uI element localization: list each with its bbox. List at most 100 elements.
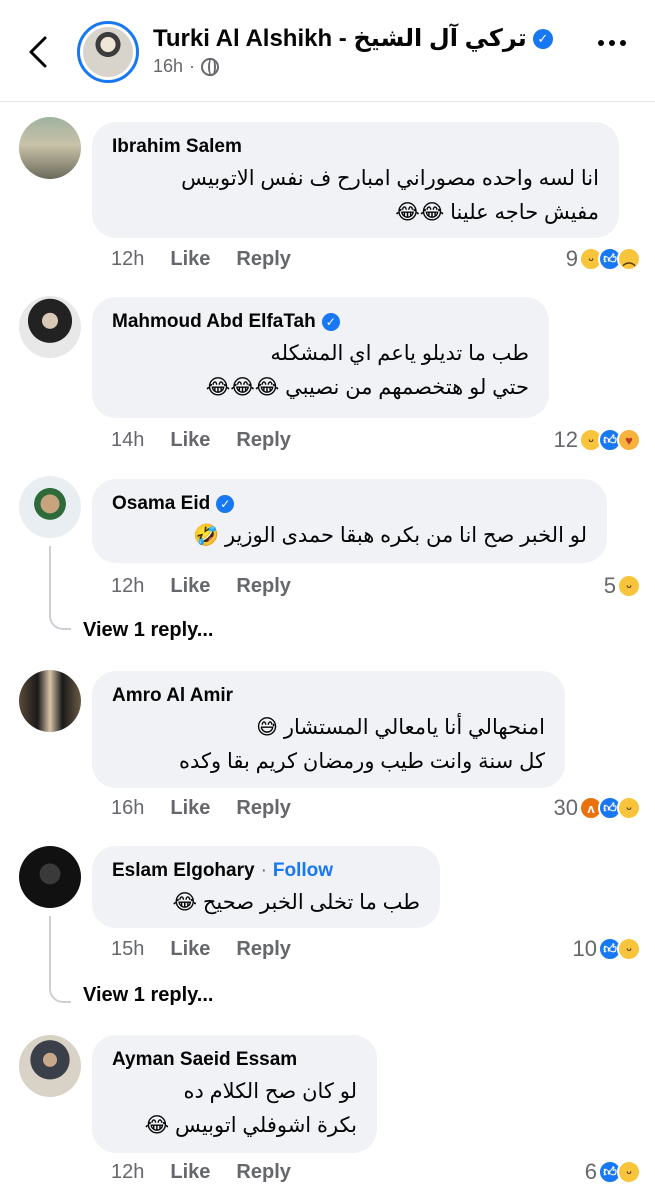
thread-connector <box>49 608 71 630</box>
comment-line: كل سنة وانت طيب ورمضان كريم بقا وكده <box>178 750 545 773</box>
reaction-count: 10 <box>572 936 597 961</box>
sad-reaction-icon: ︵ <box>617 247 641 271</box>
comment-author[interactable]: Eslam Elgohary · Follow <box>112 860 420 882</box>
verified-badge-icon: ✓ <box>321 313 340 331</box>
thread-line <box>49 546 51 610</box>
comment-bubble: Amro Al Amir امنحهالي أنا يامعالي المستش… <box>92 671 565 788</box>
comment-text: طب ما تديلو ياعم اي المشكله حتي لو هتخصم… <box>112 337 529 405</box>
comment-text: انا لسه واحده مصوراني امبارح ف نفس الاتو… <box>112 162 599 230</box>
page-avatar[interactable] <box>77 21 139 83</box>
avatar[interactable] <box>19 846 81 908</box>
reply-button[interactable]: Reply <box>236 429 290 452</box>
haha-reaction-icon: ᵕ <box>617 574 641 598</box>
view-replies-link[interactable]: View 1 reply... <box>83 984 213 1007</box>
reaction-summary[interactable]: 6 👍︎ ᵕ <box>585 1159 641 1185</box>
follow-separator: · <box>260 860 267 881</box>
comment-line: حتي لو هتخصمهم من نصيبي 😂😂😂 <box>205 376 529 399</box>
avatar[interactable] <box>19 670 81 732</box>
comment-author[interactable]: Osama Eid ✓ <box>112 493 587 515</box>
comment-bubble: Ibrahim Salem انا لسه واحده مصوراني امبا… <box>92 122 619 238</box>
like-button[interactable]: Like <box>170 797 210 820</box>
avatar[interactable] <box>19 476 81 538</box>
like-button[interactable]: Like <box>170 575 210 598</box>
chevron-left-icon <box>29 36 47 68</box>
author-name: Eslam Elgohary <box>112 860 255 881</box>
comment-actions: 12h Like Reply <box>111 575 291 598</box>
reaction-summary[interactable]: 9 ᵕ 👍︎ ︵ <box>566 246 641 272</box>
comment-actions: 16h Like Reply <box>111 797 291 820</box>
reply-button[interactable]: Reply <box>236 575 290 598</box>
author-name: Amro Al Amir <box>112 685 234 706</box>
thread-connector <box>49 981 71 1003</box>
comment-author[interactable]: Ibrahim Salem <box>112 136 599 158</box>
reaction-count: 30 <box>553 795 578 820</box>
reply-button[interactable]: Reply <box>236 248 290 271</box>
globe-icon <box>201 57 220 76</box>
comment-time: 12h <box>111 248 145 270</box>
comment-line: امنحهالي أنا يامعالي المستشار 😅 <box>256 716 545 739</box>
verified-badge-icon: ✓ <box>532 28 553 49</box>
post-header: Turki Al Alshikh - تركي آل الشيخ ✓ 16h · <box>0 0 655 102</box>
view-replies-link[interactable]: View 1 reply... <box>83 619 213 642</box>
comment-line: مفيش حاجه علينا 😂😂 <box>395 201 599 224</box>
like-button[interactable]: Like <box>170 1161 210 1184</box>
comment-bubble: Osama Eid ✓ لو الخبر صح انا من بكره هبقا… <box>92 479 607 563</box>
comment-line: طب ما تديلو ياعم اي المشكله <box>270 342 529 365</box>
like-button[interactable]: Like <box>170 248 210 271</box>
thread-line <box>49 916 51 982</box>
comment-actions: 14h Like Reply <box>111 429 291 452</box>
haha-reaction-icon: ᵕ <box>617 937 641 961</box>
reaction-count: 6 <box>584 1159 597 1184</box>
reaction-summary[interactable]: 12 ᵕ 👍︎ ♥ <box>554 427 641 453</box>
comment-text: لو كان صح الكلام ده بكرة اشوفلي اتوبيس 😂 <box>112 1075 357 1143</box>
comment-bubble: Ayman Saeid Essam لو كان صح الكلام ده بك… <box>92 1035 377 1153</box>
comment-line: طب ما تخلى الخبر صحيح 😂 <box>172 891 420 914</box>
verified-badge-icon: ✓ <box>216 495 235 513</box>
comment-text: طب ما تخلى الخبر صحيح 😂 <box>112 886 420 920</box>
comment-actions: 12h Like Reply <box>111 248 291 271</box>
comment-time: 15h <box>111 938 145 960</box>
comment-bubble: Mahmoud Abd ElfaTah ✓ طب ما تديلو ياعم ا… <box>92 297 549 418</box>
page-name-text: Turki Al Alshikh - تركي آل الشيخ <box>153 25 527 52</box>
care-reaction-icon: ♥ <box>617 428 641 452</box>
comment-time: 12h <box>111 1161 145 1183</box>
comment-bubble: Eslam Elgohary · Follow طب ما تخلى الخبر… <box>92 846 440 928</box>
author-name: Osama Eid <box>112 493 211 514</box>
reply-button[interactable]: Reply <box>236 797 290 820</box>
comment-time: 16h <box>111 797 145 819</box>
comment-line: بكرة اشوفلي اتوبيس 😂 <box>144 1114 357 1137</box>
reaction-summary[interactable]: 5 ᵕ <box>604 573 641 599</box>
comment-time: 14h <box>111 429 145 451</box>
comment-author[interactable]: Mahmoud Abd ElfaTah ✓ <box>112 311 529 333</box>
reaction-summary[interactable]: 30 ʌ 👍︎ ᵕ <box>554 795 641 821</box>
reaction-count: 9 <box>565 246 578 271</box>
reaction-count: 12 <box>553 427 578 452</box>
back-button[interactable] <box>18 30 58 74</box>
avatar[interactable] <box>19 296 81 358</box>
comment-time: 12h <box>111 575 145 597</box>
post-time: 16h <box>153 56 184 76</box>
comment-text: لو الخبر صح انا من بكره هبقا حمدى الوزير… <box>112 519 587 553</box>
avatar[interactable] <box>19 1035 81 1097</box>
haha-reaction-icon: ᵕ <box>617 1160 641 1184</box>
like-button[interactable]: Like <box>170 938 210 961</box>
follow-button[interactable]: Follow <box>273 860 333 882</box>
comment-line: انا لسه واحده مصوراني امبارح ف نفس الاتو… <box>181 167 599 190</box>
more-dots-icon[interactable] <box>598 40 626 46</box>
author-name: Mahmoud Abd ElfaTah <box>112 311 316 332</box>
comment-line: لو الخبر صح انا من بكره هبقا حمدى الوزير… <box>192 524 587 547</box>
comment-author[interactable]: Ayman Saeid Essam <box>112 1049 357 1071</box>
reaction-summary[interactable]: 10 👍︎ ᵕ <box>573 936 641 962</box>
reaction-count: 5 <box>603 573 616 598</box>
comment-line: لو كان صح الكلام ده <box>183 1080 357 1103</box>
like-button[interactable]: Like <box>170 429 210 452</box>
avatar[interactable] <box>19 117 81 179</box>
comment-author[interactable]: Amro Al Amir <box>112 685 545 707</box>
meta-separator: · <box>189 56 196 76</box>
author-name: Ibrahim Salem <box>112 136 242 157</box>
comment-actions: 15h Like Reply <box>111 938 291 961</box>
page-name[interactable]: Turki Al Alshikh - تركي آل الشيخ ✓ <box>153 24 553 53</box>
reply-button[interactable]: Reply <box>236 938 290 961</box>
reply-button[interactable]: Reply <box>236 1161 290 1184</box>
post-meta: 16h · <box>153 56 220 77</box>
